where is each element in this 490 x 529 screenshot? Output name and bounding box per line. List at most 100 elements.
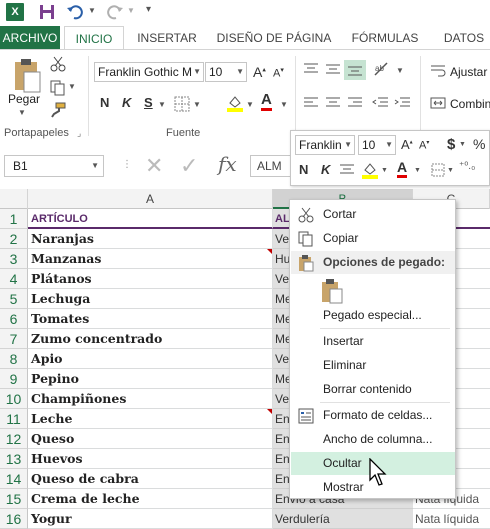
- merge-center-button[interactable]: Combin: [450, 97, 490, 111]
- save-icon[interactable]: [38, 3, 56, 21]
- select-all-corner[interactable]: [0, 189, 28, 209]
- tab-page-layout[interactable]: DISEÑO DE PÁGINA: [210, 26, 338, 50]
- menu-item-paste-special[interactable]: Pegado especial...: [291, 304, 455, 327]
- cell-article[interactable]: Lechuga: [28, 289, 273, 309]
- row-number[interactable]: 12: [0, 429, 28, 449]
- paste-button-label[interactable]: Pegar: [8, 92, 40, 106]
- wrap-text-button[interactable]: Ajustar: [450, 65, 487, 79]
- name-box[interactable]: B1 ▼: [4, 155, 104, 177]
- mini-borders-dropdown-icon[interactable]: ▼: [447, 167, 454, 174]
- tab-home[interactable]: INICIO: [64, 26, 124, 50]
- mini-accounting-dropdown-icon[interactable]: ▼: [459, 141, 466, 148]
- mini-fill-dropdown-icon[interactable]: ▼: [381, 167, 388, 174]
- cell-article[interactable]: Huevos: [28, 449, 273, 469]
- redo-icon[interactable]: [106, 3, 124, 21]
- redo-dropdown-icon[interactable]: ▼: [127, 6, 135, 15]
- mini-fill-color-icon[interactable]: [361, 161, 379, 179]
- copy-icon[interactable]: [50, 80, 66, 96]
- undo-dropdown-icon[interactable]: ▼: [88, 6, 96, 15]
- font-color-dropdown-icon[interactable]: ▼: [280, 100, 288, 109]
- tab-insert[interactable]: INSERTAR: [130, 26, 204, 50]
- menu-item-column-width[interactable]: Ancho de columna...: [291, 428, 455, 451]
- cell-article[interactable]: Manzanas: [28, 249, 273, 269]
- row-number[interactable]: 16: [0, 509, 28, 529]
- cell-article[interactable]: Naranjas: [28, 229, 273, 249]
- cell-article[interactable]: Yogur: [28, 509, 273, 529]
- mini-font-color-dropdown-icon[interactable]: ▼: [414, 167, 421, 174]
- fill-color-dropdown-icon[interactable]: ▼: [246, 100, 254, 109]
- mini-increase-font-icon[interactable]: A▴: [401, 137, 413, 152]
- font-size-combo[interactable]: 10 ▼: [205, 62, 247, 82]
- increase-indent-icon[interactable]: [394, 96, 412, 110]
- italic-button[interactable]: K: [122, 95, 131, 110]
- decrease-font-icon[interactable]: A▾: [273, 66, 284, 80]
- formula-bar-grip-icon[interactable]: ⋮: [122, 159, 132, 170]
- customize-qat-icon[interactable]: ▾: [146, 4, 151, 15]
- align-top-icon[interactable]: [302, 62, 320, 76]
- row-number[interactable]: 7: [0, 329, 28, 349]
- tab-file[interactable]: ARCHIVO: [0, 26, 60, 50]
- cell-article[interactable]: Leche: [28, 409, 273, 429]
- mini-borders-icon[interactable]: [431, 163, 445, 177]
- insert-function-icon[interactable]: fx: [218, 152, 237, 176]
- cell-article[interactable]: Crema de leche: [28, 489, 273, 509]
- comment-indicator[interactable]: [267, 409, 272, 414]
- row-number[interactable]: 5: [0, 289, 28, 309]
- cell-article[interactable]: ARTÍCULO: [28, 209, 273, 229]
- mini-font-size-combo[interactable]: 10 ▼: [358, 135, 396, 155]
- mini-italic-button[interactable]: K: [321, 162, 330, 177]
- orientation-icon[interactable]: ab: [372, 60, 390, 78]
- menu-item-cut[interactable]: Cortar: [291, 203, 455, 226]
- clipboard-launcher-icon[interactable]: ⌟: [77, 128, 81, 139]
- format-painter-icon[interactable]: [50, 102, 66, 118]
- orientation-dropdown-icon[interactable]: ▼: [396, 66, 404, 75]
- cancel-icon[interactable]: ✕: [145, 153, 163, 179]
- bold-button[interactable]: N: [100, 95, 109, 110]
- merge-center-icon[interactable]: [430, 96, 446, 110]
- row-number[interactable]: 10: [0, 389, 28, 409]
- mini-increase-decimal-icon[interactable]: ⁺⁰.₀: [459, 161, 475, 172]
- row-number[interactable]: 2: [0, 229, 28, 249]
- underline-dropdown-icon[interactable]: ▼: [158, 100, 166, 109]
- menu-item-insert[interactable]: Insertar: [291, 330, 455, 353]
- paste-option-icon[interactable]: [320, 278, 344, 304]
- row-number[interactable]: 6: [0, 309, 28, 329]
- mini-percent-icon[interactable]: %: [473, 136, 485, 152]
- paste-icon[interactable]: [12, 58, 42, 94]
- cell-article[interactable]: Pepino: [28, 369, 273, 389]
- tab-formulas[interactable]: FÓRMULAS: [344, 26, 426, 50]
- paste-dropdown-icon[interactable]: ▼: [18, 108, 26, 117]
- mini-bold-button[interactable]: N: [299, 162, 308, 177]
- enter-icon[interactable]: ✓: [180, 153, 198, 179]
- row-number[interactable]: 4: [0, 269, 28, 289]
- cell-article[interactable]: Queso de cabra: [28, 469, 273, 489]
- row-number[interactable]: 8: [0, 349, 28, 369]
- align-center-icon[interactable]: [324, 96, 342, 110]
- align-left-icon[interactable]: [302, 96, 320, 110]
- mini-decrease-font-icon[interactable]: A▾: [419, 139, 429, 152]
- row-number[interactable]: 3: [0, 249, 28, 269]
- borders-dropdown-icon[interactable]: ▼: [193, 100, 201, 109]
- menu-item-clear-contents[interactable]: Borrar contenido: [291, 378, 455, 401]
- decrease-indent-icon[interactable]: [372, 96, 390, 110]
- increase-font-icon[interactable]: A▴: [253, 64, 266, 80]
- mini-center-icon[interactable]: [339, 163, 355, 177]
- row-number[interactable]: 9: [0, 369, 28, 389]
- menu-item-delete[interactable]: Eliminar: [291, 354, 455, 377]
- borders-icon[interactable]: [174, 96, 190, 112]
- fill-color-icon[interactable]: [226, 94, 244, 112]
- cell-article[interactable]: Queso: [28, 429, 273, 449]
- mini-accounting-format-icon[interactable]: $: [447, 136, 455, 153]
- undo-icon[interactable]: [66, 3, 84, 21]
- comment-indicator[interactable]: [267, 249, 272, 254]
- cut-icon[interactable]: [50, 56, 66, 72]
- cell-article[interactable]: Apio: [28, 349, 273, 369]
- row-number[interactable]: 14: [0, 469, 28, 489]
- cell-article[interactable]: Plátanos: [28, 269, 273, 289]
- align-bottom-button[interactable]: [344, 60, 366, 80]
- mini-font-color-icon[interactable]: A: [397, 160, 408, 178]
- menu-item-copy[interactable]: Copiar: [291, 227, 455, 250]
- align-middle-icon[interactable]: [324, 62, 342, 76]
- font-color-icon[interactable]: A: [261, 92, 272, 111]
- mini-font-name-combo[interactable]: Franklin ▼: [295, 135, 355, 155]
